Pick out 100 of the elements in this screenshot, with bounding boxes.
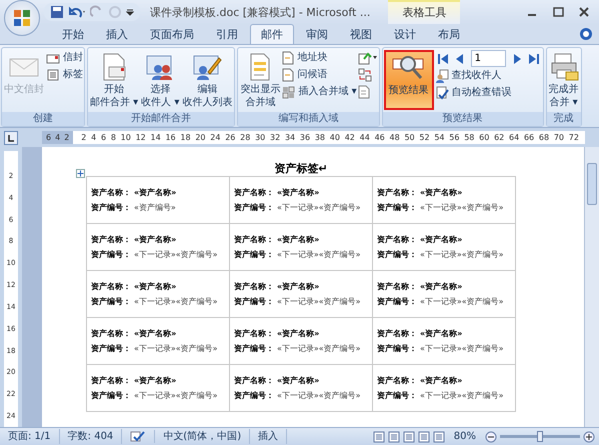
view-mode-icon[interactable] [388, 430, 400, 442]
ribbon-button[interactable]: 标签 [46, 67, 83, 83]
ribbon-tab[interactable]: 布局 [428, 25, 470, 44]
group-label: 预览结果 [382, 112, 543, 126]
merge-field: «资产名称» [420, 329, 462, 338]
ribbon-button[interactable]: 完成并 合并 ▾ [548, 50, 580, 110]
ribbon-button[interactable]: 信封 [46, 50, 83, 66]
match-fields-icon[interactable] [358, 68, 372, 82]
ribbon-button[interactable]: 编辑 收件人列表 [181, 50, 234, 110]
status-text: 页面: 1/1 [0, 429, 60, 444]
zoom-in-icon[interactable] [583, 430, 595, 442]
ribbon-button[interactable]: 自动检查错误 [434, 85, 542, 101]
ribbon-tab[interactable]: 视图 [340, 25, 382, 44]
merge-field: «资产名称» [134, 376, 176, 385]
zoom-slider-thumb[interactable] [537, 431, 543, 442]
view-mode-icon[interactable] [418, 430, 430, 442]
document-arrow-icon[interactable] [358, 51, 378, 65]
scrollbar[interactable] [584, 147, 599, 427]
zoom-out-icon[interactable] [485, 430, 497, 442]
merge-field: «下一记录»«资产编号» [277, 203, 361, 212]
ribbon-button[interactable]: 开始 邮件合并 ▾ [89, 50, 140, 110]
ruler-number: 36 [300, 132, 310, 144]
person-icon [434, 69, 449, 83]
ruler-number: 8 [110, 132, 116, 144]
spellcheck-icon[interactable] [130, 430, 146, 443]
ruler-number: 2 [64, 132, 70, 144]
office-button[interactable] [4, 0, 40, 36]
field-label: 资产编号： [377, 250, 417, 259]
merge-field: «资产名称» [420, 235, 462, 244]
field-label: 资产编号： [91, 344, 131, 353]
dropdown-icon[interactable] [126, 7, 134, 17]
ribbon-button[interactable]: 预览结果 [384, 50, 434, 110]
ribbon-button[interactable]: 地址块 [282, 50, 357, 66]
ribbon-tab[interactable]: 邮件 [250, 24, 294, 44]
field-label: 资产编号： [377, 203, 417, 212]
close-icon[interactable] [577, 6, 591, 18]
tab-selector-icon[interactable] [4, 130, 18, 144]
merge-field: «下一记录»«资产编号» [420, 250, 504, 259]
ruler-number: 64 [509, 132, 520, 144]
field-label: 资产名称： [234, 329, 274, 338]
ribbon-tab[interactable]: 审阅 [296, 25, 338, 44]
ruler-number: 68 [538, 132, 550, 144]
scroll-thumb[interactable] [587, 163, 597, 205]
view-mode-icon[interactable] [402, 430, 415, 442]
field-label: 资产编号： [377, 297, 417, 306]
view-mode-icon[interactable] [432, 430, 445, 442]
field-label: 资产名称： [234, 188, 274, 197]
merge-field: «下一记录»«资产编号» [134, 250, 218, 259]
ribbon-button[interactable]: 突出显示 合并域 [239, 50, 282, 110]
field-label: 资产编号： [234, 297, 274, 306]
grid-icon [282, 86, 296, 98]
ruler-number: 72 [568, 132, 579, 144]
ribbon-tab[interactable]: 开始 [52, 25, 94, 44]
field-label: 资产名称： [377, 282, 417, 291]
ruler-number: 54 [434, 132, 445, 144]
merge-field: «资产名称» [134, 329, 176, 338]
document-icon[interactable] [358, 85, 370, 99]
help-icon[interactable] [579, 27, 593, 41]
ribbon-tab[interactable]: 引用 [206, 25, 248, 44]
undo-icon[interactable] [68, 5, 86, 19]
field-label: 资产编号： [91, 297, 131, 306]
maximize-icon[interactable] [551, 6, 565, 18]
field-label: 资产编号： [377, 391, 417, 400]
label-icon [46, 69, 60, 81]
ruler-number: 32 [270, 132, 280, 144]
field-label: 资产编号： [234, 250, 274, 259]
ribbon-tab[interactable]: 插入 [96, 25, 138, 44]
view-mode-icon[interactable] [372, 430, 385, 442]
ribbon-button[interactable]: 问候语 [282, 67, 357, 83]
field-label: 资产名称： [91, 235, 131, 244]
ribbon-button[interactable]: 选择 收件人 ▾ [140, 50, 180, 110]
ruler-number: 4 [55, 132, 60, 144]
ruler-number: 44 [360, 132, 370, 144]
ruler-number: 70 [554, 132, 564, 144]
document-heading: 资产标签↵ [274, 161, 328, 176]
status-text: 中文(简体，中国) [155, 429, 250, 444]
field-label: 资产名称： [91, 282, 131, 291]
zoom-level: 80% [454, 431, 476, 442]
ruler-number: 20 [195, 132, 206, 144]
ruler-number: 2 [81, 132, 86, 144]
merge-field: «下一记录»«资产编号» [277, 344, 361, 353]
ribbon-button[interactable]: 查找收件人 [434, 68, 542, 84]
envelope-icon [46, 52, 60, 64]
group-label: 创建 [2, 112, 84, 126]
ribbon-tab[interactable]: 设计 [384, 25, 426, 44]
status-text: 字数: 404 [60, 429, 122, 444]
save-icon[interactable] [50, 5, 64, 19]
ruler-number: 6 [100, 132, 106, 144]
ruler-number: 40 [330, 132, 340, 144]
merge-field: «下一记录»«资产编号» [277, 297, 361, 306]
printer-icon [548, 52, 579, 82]
ribbon-tab[interactable]: 页面布局 [140, 25, 204, 44]
table-move-handle-icon[interactable] [76, 169, 85, 178]
field-label: 资产名称： [234, 282, 274, 291]
ruler-number: 48 [390, 132, 400, 144]
group-label: 开始邮件合并 [88, 112, 234, 126]
merge-field: «下一记录»«资产编号» [420, 297, 504, 306]
merge-field: «资产名称» [277, 376, 320, 385]
ribbon-button[interactable]: 插入合并域 ▾ [282, 84, 357, 100]
record-number-field[interactable]: 1 [470, 50, 506, 67]
